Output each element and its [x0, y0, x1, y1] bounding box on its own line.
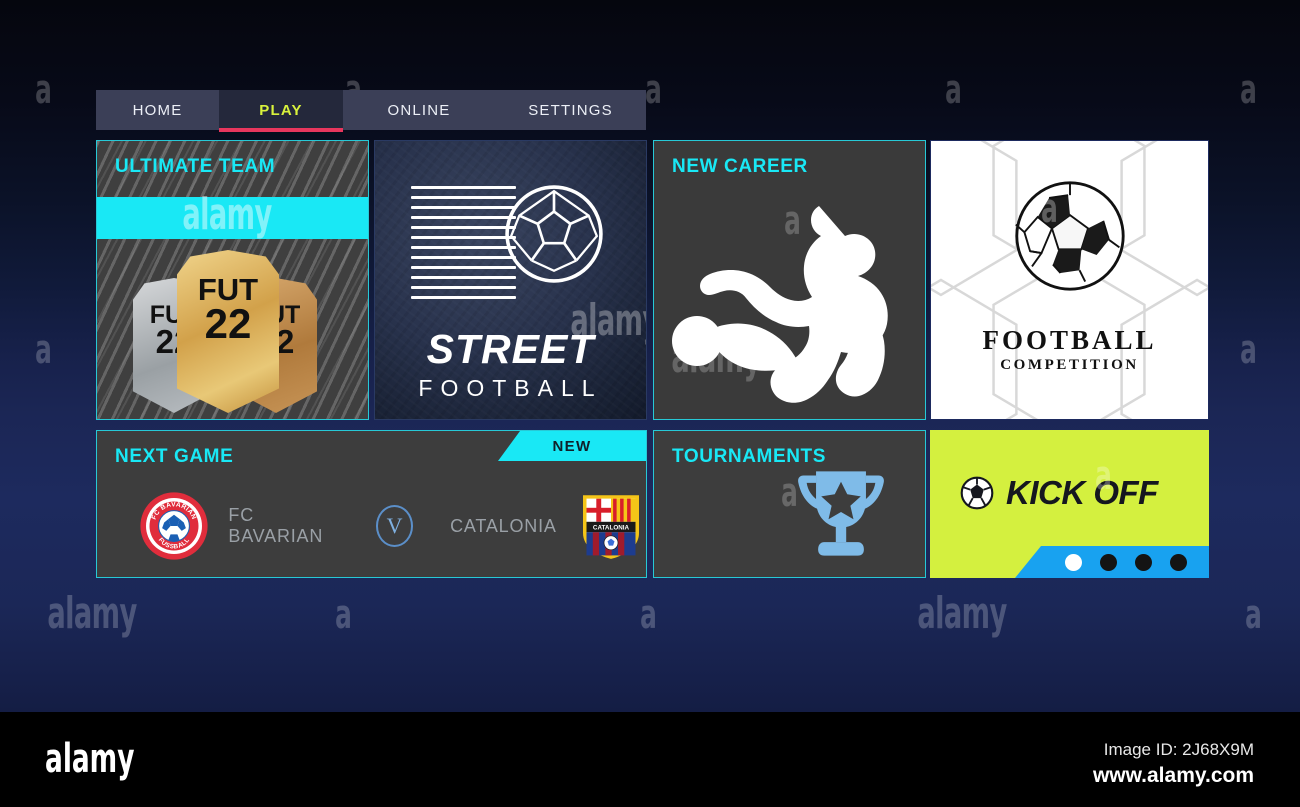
speed-lines-icon	[411, 186, 516, 306]
kick-off-wordmark: KICK OFF	[960, 474, 1158, 512]
watermark-word: alamy	[47, 588, 137, 639]
tab-settings[interactable]: SETTINGS	[495, 90, 646, 130]
versus-indicator: V	[375, 505, 414, 547]
kick-off-label: KICK OFF	[1006, 474, 1158, 511]
watermark-letter: a	[335, 592, 352, 638]
alamy-url-text: www.alamy.com	[1092, 764, 1254, 787]
catalonia-crest-icon: CATALONIA	[582, 495, 639, 559]
watermark-letter: a	[945, 67, 962, 113]
tile-next-game[interactable]: NEXT GAME NEW FC BAVARIAN FUSSBALL FC BA…	[96, 430, 647, 578]
tile-ultimate-team[interactable]: alamy ULTIMATE TEAM FUT 22 FUT 22 FUT 22	[96, 140, 369, 420]
trophy-star-icon	[798, 471, 884, 556]
watermark-letter: a	[35, 327, 52, 373]
tile-new-career[interactable]: NEW CAREER a alamy	[653, 140, 926, 420]
tile-tournaments[interactable]: TOURNAMENTS a	[653, 430, 926, 578]
watermark-word: alamy	[917, 588, 1007, 639]
carousel-dot-1[interactable]	[1065, 553, 1082, 571]
alamy-logo: alamy	[45, 736, 135, 782]
tile-street-football[interactable]: alamy STREET FOOTBALL	[374, 140, 647, 420]
next-game-title: NEXT GAME	[115, 446, 234, 467]
competition-title: FOOTBALL	[982, 325, 1157, 355]
street-subtitle: FOOTBALL	[418, 375, 603, 401]
carousel-pagination[interactable]	[1015, 546, 1209, 578]
tile-football-competition[interactable]: a FOOTBALL COMPETITION	[930, 140, 1209, 420]
fc-bavarian-crest-icon: FC BAVARIAN FUSSBALL	[140, 492, 208, 560]
ultimate-team-title: ULTIMATE TEAM	[115, 156, 276, 177]
main-navigation: HOME PLAY ONLINE SETTINGS	[96, 90, 646, 132]
next-game-matchup: FC BAVARIAN FUSSBALL FC BAVARIAN V CATAL…	[97, 483, 646, 569]
svg-text:CATALONIA: CATALONIA	[593, 525, 630, 532]
alamy-footer: alamy Image ID: 2J68X9M www.alamy.com	[0, 712, 1300, 807]
watermark-letter: a	[1240, 327, 1257, 373]
fut-card-group: FUT 22 FUT 22 FUT 22	[97, 243, 368, 413]
street-football-wordmark: STREET FOOTBALL	[375, 326, 646, 402]
carousel-dot-3[interactable]	[1135, 553, 1152, 571]
fut-card-gold: FUT 22	[177, 250, 279, 413]
soccer-ball-outline-icon	[505, 185, 603, 283]
away-team-name: CATALONIA	[450, 515, 557, 536]
watermark-letter: a	[35, 67, 52, 113]
watermark-letter: a	[640, 592, 657, 638]
fut-card-year: 22	[204, 299, 252, 347]
new-career-title: NEW CAREER	[672, 156, 808, 177]
street-title: STREET	[426, 326, 595, 372]
watermark-letter: a	[645, 67, 662, 113]
ultimate-team-banner	[97, 197, 368, 239]
home-team-name: FC BAVARIAN	[228, 505, 324, 546]
image-id-text: Image ID: 2J68X9M	[1103, 740, 1254, 759]
soccer-ball-icon	[1014, 181, 1125, 291]
tournaments-title: TOURNAMENTS	[672, 446, 827, 467]
carousel-dot-4[interactable]	[1170, 553, 1187, 571]
game-menu-screen: a a a a a a a a a a a alamy a a alamy a …	[0, 0, 1300, 712]
player-kicking-silhouette-icon	[672, 206, 888, 403]
tab-play[interactable]: PLAY	[219, 90, 343, 132]
carousel-dot-2[interactable]	[1100, 553, 1117, 571]
competition-subtitle: COMPETITION	[1000, 357, 1139, 373]
tab-online[interactable]: ONLINE	[343, 90, 495, 130]
tile-kick-off[interactable]: KICK OFF a	[930, 430, 1209, 578]
watermark-letter: a	[1240, 67, 1257, 113]
new-badge: NEW	[498, 431, 646, 461]
tab-home[interactable]: HOME	[96, 90, 219, 130]
new-badge-label: NEW	[552, 437, 592, 455]
watermark-letter: a	[1245, 592, 1262, 638]
soccer-ball-icon	[960, 476, 994, 510]
